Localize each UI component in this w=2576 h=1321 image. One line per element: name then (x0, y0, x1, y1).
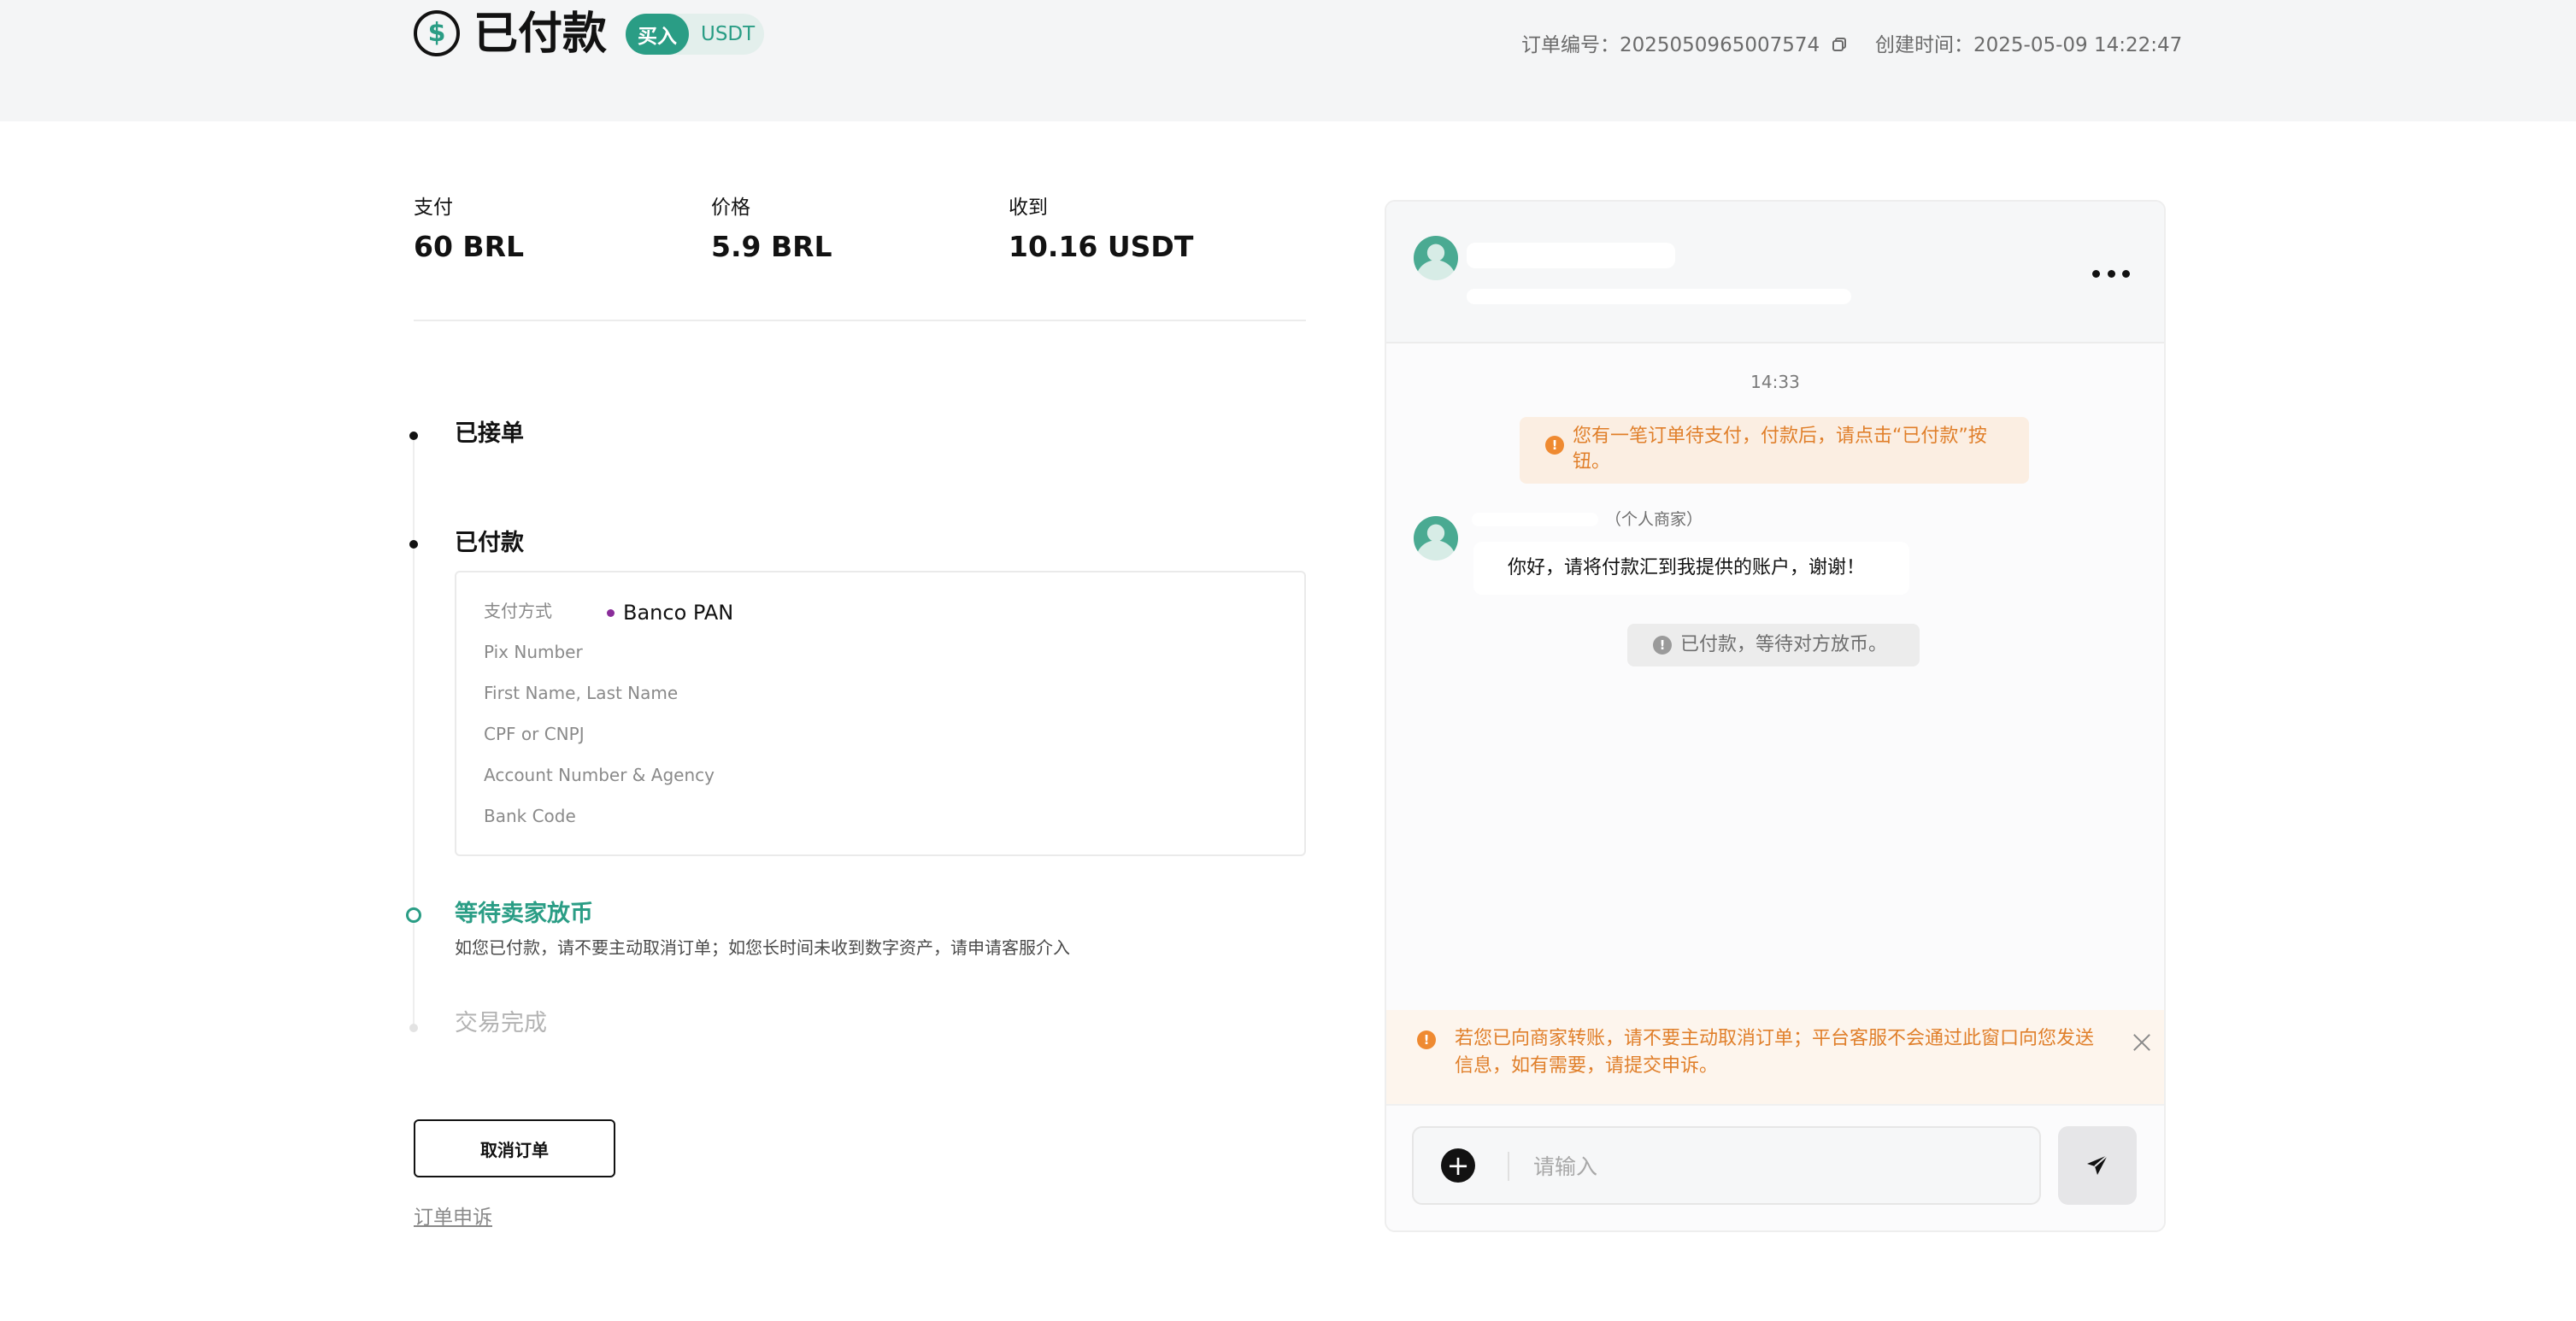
step-accepted: 已接单 (455, 420, 524, 447)
more-icon[interactable] (2092, 270, 2130, 279)
merchant-type-tag: （个人商家） (1605, 510, 1703, 529)
plus-icon[interactable]: + (1441, 1148, 1475, 1183)
info-icon: ! (1653, 636, 1672, 655)
merchant-name-placeholder (1467, 243, 1675, 268)
merchant-info-placeholder (1467, 289, 1851, 304)
order-header (0, 0, 2576, 121)
copy-icon[interactable] (1832, 37, 1847, 52)
name-label: First Name, Last Name (484, 683, 679, 703)
order-appeal-link[interactable]: 订单申诉 (414, 1203, 492, 1232)
bank-code-label: Bank Code (484, 806, 576, 826)
created-time-label: 创建时间： (1875, 34, 1973, 56)
price: 价格 5.9 BRL (711, 193, 832, 268)
order-number-label: 订单编号： (1521, 34, 1620, 56)
price-value: 5.9 BRL (711, 230, 832, 263)
chat-panel: 14:33 ! 您有一笔订单待支付，付款后，请点击“已付款”按钮。 （个人商家）… (1385, 200, 2166, 1232)
notice-warning-icon: ! (1417, 1030, 1436, 1049)
buy-badge: 买入 (626, 14, 689, 55)
chat-header (1386, 202, 2164, 343)
step-waiting-desc: 如您已付款，请不要主动取消订单；如您长时间未收到数字资产，请申请客服介入 (455, 937, 1070, 958)
created-time-value: 2025-05-09 14:22:47 (1973, 34, 2183, 56)
send-button[interactable] (2058, 1126, 2137, 1205)
account-label: Account Number & Agency (484, 765, 715, 785)
coin-badge: USDT (701, 23, 756, 45)
summary-divider (414, 320, 1306, 321)
system-warning-message: ! 您有一笔订单待支付，付款后，请点击“已付款”按钮。 (1520, 417, 2029, 484)
chat-notice-text: 若您已向商家转账，请不要主动取消订单；平台客服不会通过此窗口向您发送信息，如有需… (1455, 1028, 2095, 1077)
order-number: 订单编号：2025050965007574 (1521, 31, 1847, 60)
merchant-message-bubble: 你好，请将付款汇到我提供的账户，谢谢！ (1473, 542, 1909, 595)
bank-dot-icon (607, 608, 615, 617)
chat-timestamp: 14:33 (1750, 372, 1800, 392)
receive-amount-label: 收到 (1009, 197, 1048, 219)
order-status-title: 已付款 (473, 9, 608, 60)
step-dot-accepted (409, 432, 418, 440)
warning-icon: ! (1545, 436, 1564, 455)
chat-message-input[interactable] (1533, 1143, 2020, 1189)
price-label: 价格 (711, 197, 750, 219)
step-paid: 已付款 (455, 530, 524, 556)
timeline-line (413, 436, 415, 1025)
receive-amount-value: 10.16 USDT (1009, 230, 1194, 263)
step-dot-paid (409, 540, 418, 549)
chat-input-box: + (1412, 1126, 2041, 1205)
order-number-value: 2025050965007574 (1620, 34, 1820, 56)
pix-number-label: Pix Number (484, 642, 583, 662)
system-status-text: 已付款，等待对方放币。 (1680, 634, 1888, 655)
system-warning-text: 您有一笔订单待支付，付款后，请点击“已付款”按钮。 (1573, 426, 1987, 473)
input-divider (1508, 1152, 1509, 1181)
cpf-label: CPF or CNPJ (484, 724, 585, 744)
payment-method-label: 支付方式 (484, 601, 552, 621)
merchant-message-avatar (1414, 516, 1458, 561)
merchant-name-hidden (1472, 513, 1598, 526)
close-icon[interactable] (2132, 1032, 2152, 1053)
step-dot-complete (409, 1024, 418, 1032)
system-status-message: ! 已付款，等待对方放币。 (1627, 624, 1920, 666)
merchant-avatar (1414, 236, 1458, 280)
chat-notice-bar: ! 若您已向商家转账，请不要主动取消订单；平台客服不会通过此窗口向您发送信息，如… (1386, 1010, 2164, 1104)
pay-amount-label: 支付 (414, 197, 453, 219)
send-icon (2087, 1154, 2108, 1175)
step-complete: 交易完成 (455, 1010, 547, 1036)
payment-method-value: Banco PAN (607, 598, 733, 627)
payment-details-card: 支付方式 Banco PAN Pix Number First Name, La… (455, 571, 1306, 856)
trade-side-tag: 买入 USDT (626, 14, 764, 55)
receive-amount: 收到 10.16 USDT (1009, 193, 1193, 268)
cancel-order-button[interactable]: 取消订单 (414, 1119, 615, 1177)
step-dot-waiting (406, 907, 421, 923)
payment-method-name: Banco PAN (623, 601, 734, 625)
step-waiting-release: 等待卖家放币 (455, 901, 593, 927)
pay-amount: 支付 60 BRL (414, 193, 524, 268)
pay-amount-value: 60 BRL (414, 230, 525, 263)
dollar-circle-icon: $ (414, 10, 460, 56)
created-time: 创建时间：2025-05-09 14:22:47 (1875, 31, 2182, 60)
